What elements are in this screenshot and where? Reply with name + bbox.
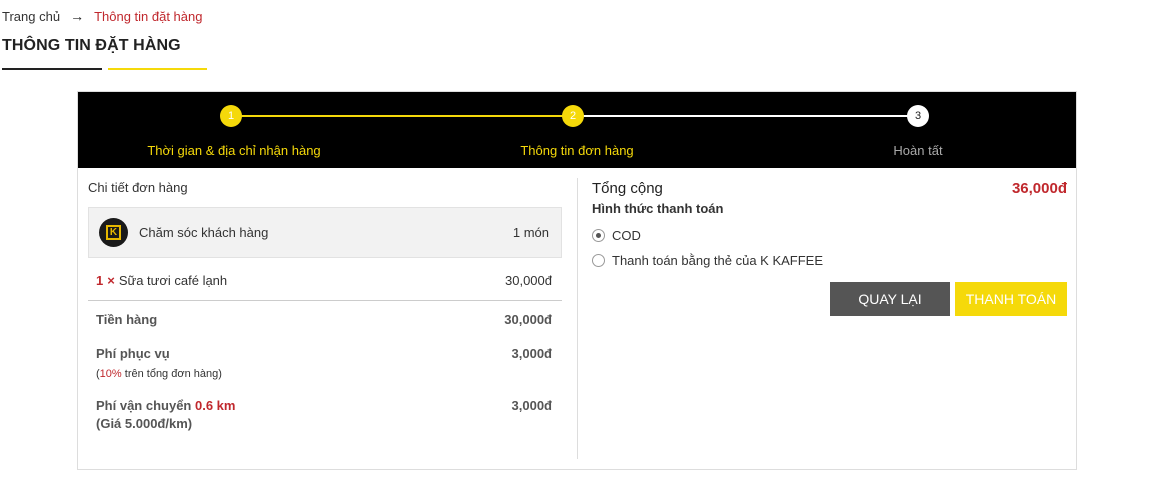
total-row: Tổng cộng 36,000đ (592, 180, 1067, 197)
payment-option-card-label[interactable]: Thanh toán bằng thẻ của K KAFFEE (612, 253, 823, 268)
step-3-label: Hoàn tất (893, 143, 943, 158)
title-underline-dark (2, 68, 102, 70)
title-underline-yellow (108, 68, 207, 70)
step-1-label: Thời gian & địa chỉ nhận hàng (147, 143, 321, 158)
service-fee-row: Phí phục vụ (10% trên tổng đơn hàng) 3,0… (96, 346, 552, 380)
step-connector-done (231, 115, 574, 117)
total-amount: 36,000đ (1011, 180, 1067, 197)
store-box: K Chăm sóc khách hàng 1 món (88, 207, 562, 258)
pay-button[interactable]: THANH TOÁN (955, 282, 1067, 316)
service-fee-label: Phí phục vụ (96, 346, 170, 361)
breadcrumb-arrow-icon: → (70, 8, 85, 24)
step-1-circle: 1 (220, 105, 242, 127)
service-fee-note: (10% trên tổng đơn hàng) (96, 368, 222, 380)
step-connector-todo (574, 115, 918, 117)
shipping-distance: 0.6 km (195, 398, 236, 413)
store-logo-letter: K (106, 225, 121, 240)
payment-method-heading: Hình thức thanh toán (592, 201, 724, 216)
order-details: Chi tiết đơn hàng K Chăm sóc khách hàng … (88, 180, 562, 431)
shipping-fee-label: Phí vận chuyển 0.6 km (96, 398, 236, 413)
radio-cod[interactable] (592, 228, 605, 242)
page-title: THÔNG TIN ĐẶT HÀNG (2, 37, 181, 54)
shipping-fee-value: 3,000đ (511, 398, 552, 413)
store-name: Chăm sóc khách hàng (139, 225, 269, 240)
payment-option-cod-label[interactable]: COD (612, 228, 641, 243)
subtotal-label: Tiền hàng (96, 312, 158, 327)
item-quantity: 1 (96, 273, 104, 288)
store-item-count: 1 món (512, 225, 549, 240)
order-item: 1 × Sữa tươi café lạnh 30,000đ (88, 273, 562, 301)
store-logo-icon: K (99, 218, 128, 247)
times-icon: × (107, 273, 115, 288)
order-details-heading: Chi tiết đơn hàng (88, 180, 188, 195)
service-fee-percent: 10% (99, 368, 122, 380)
breadcrumb-current: Thông tin đặt hàng (94, 8, 203, 24)
subtotal-value: 30,000đ (504, 312, 552, 327)
step-2-label: Thông tin đơn hàng (520, 143, 634, 158)
total-label: Tổng cộng (592, 180, 663, 197)
payment-summary: Tổng cộng 36,000đ Hình thức thanh toán C… (592, 180, 1067, 316)
breadcrumb-home-link[interactable]: Trang chủ (2, 9, 60, 24)
back-button[interactable]: QUAY LẠI (830, 282, 950, 316)
item-price: 30,000đ (505, 273, 552, 288)
service-fee-value: 3,000đ (511, 346, 552, 361)
subtotal-row: Tiền hàng 30,000đ (96, 312, 552, 327)
step-3-circle: 3 (907, 105, 929, 127)
action-buttons: QUAY LẠI THANH TOÁN (830, 282, 1067, 316)
shipping-fee-row: Phí vận chuyển 0.6 km (Giá 5.000đ/km) 3,… (96, 398, 552, 431)
item-name: Sữa tươi café lạnh (118, 273, 228, 288)
column-divider (577, 178, 578, 459)
step-2-circle: 2 (562, 105, 584, 127)
radio-card[interactable] (592, 253, 605, 267)
shipping-rate: (Giá 5.000đ/km) (96, 416, 193, 431)
order-panel: 1 2 3 Thời gian & địa chỉ nhận hàng Thôn… (77, 91, 1077, 470)
checkout-stepper: 1 2 3 Thời gian & địa chỉ nhận hàng Thôn… (78, 92, 1076, 168)
breadcrumb: Trang chủ → Thông tin đặt hàng (2, 8, 202, 24)
payment-option-card[interactable]: Thanh toán bằng thẻ của K KAFFEE (592, 253, 1067, 268)
payment-option-cod[interactable]: COD (592, 228, 1067, 243)
